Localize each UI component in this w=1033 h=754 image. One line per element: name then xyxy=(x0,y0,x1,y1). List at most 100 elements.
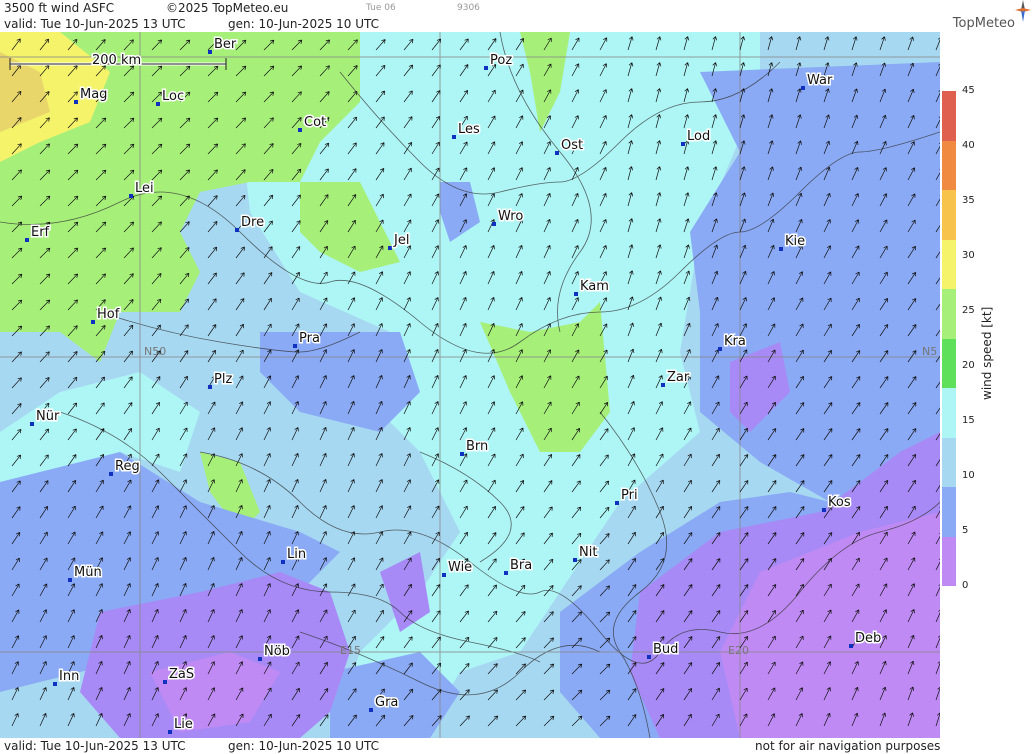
color-swatch xyxy=(942,388,956,438)
legend-tick: 15 xyxy=(962,415,975,426)
city-label: Lei xyxy=(135,181,154,196)
color-swatch xyxy=(942,487,956,537)
city-label: Bud xyxy=(653,642,678,657)
color-swatch xyxy=(942,437,956,487)
city-label: Mün xyxy=(74,565,102,580)
legend-panel: TopMeteo 45 40 35 30 25 20 15 10 5 0 wind speed [… xyxy=(940,0,1033,754)
city-marker xyxy=(25,238,29,242)
city-label: Wro xyxy=(498,209,523,224)
generated-time: gen: 10-Jun-2025 10 UTC xyxy=(228,17,380,31)
city-marker xyxy=(574,292,578,296)
city-label: Lod xyxy=(687,129,710,144)
city-label: Cot xyxy=(304,115,326,130)
city-label: Les xyxy=(458,122,480,137)
legend-tick: 0 xyxy=(962,580,969,591)
legend-tick: 20 xyxy=(962,360,975,371)
city-label: Pri xyxy=(621,488,638,503)
run-note: Tue 06 xyxy=(366,3,396,13)
city-label: Reg xyxy=(115,459,140,474)
footer-row: valid: Tue 10-Jun-2025 13 UTC gen: 10-Ju… xyxy=(0,738,940,754)
city-marker xyxy=(647,655,651,659)
city-label: Kie xyxy=(785,234,805,249)
header-row-1: 3500 ft wind ASFC ©2025 TopMeteo.eu Tue … xyxy=(0,0,940,16)
color-swatch xyxy=(942,338,956,388)
city-marker xyxy=(452,135,456,139)
legend-tick: 45 xyxy=(962,85,975,96)
color-swatch xyxy=(942,140,956,190)
city-marker xyxy=(484,66,488,70)
city-marker xyxy=(258,657,262,661)
city-label: Kam xyxy=(580,279,609,294)
city-marker xyxy=(91,320,95,324)
city-marker xyxy=(298,128,302,132)
wind-speed-field xyxy=(0,32,940,738)
product-title: 3500 ft wind ASFC xyxy=(4,1,115,15)
city-label: Jel xyxy=(393,233,409,248)
scale-label: 200 km xyxy=(92,53,141,68)
color-swatch xyxy=(942,239,956,289)
legend-tick: 5 xyxy=(962,525,969,536)
grid-label-n5: N5 xyxy=(922,345,937,358)
color-scale xyxy=(942,91,956,586)
city-marker xyxy=(492,222,496,226)
valid-time: valid: Tue 10-Jun-2025 13 UTC xyxy=(4,17,186,31)
city-label: Nit xyxy=(579,545,597,560)
city-label: Ost xyxy=(561,138,583,153)
city-marker xyxy=(849,644,853,648)
city-marker xyxy=(442,573,446,577)
legend-tick: 30 xyxy=(962,250,975,261)
city-marker xyxy=(504,571,508,575)
city-label: Kos xyxy=(828,495,851,510)
city-label: Wie xyxy=(448,560,472,575)
topmeteo-logo: TopMeteo xyxy=(921,0,1031,32)
city-marker xyxy=(109,472,113,476)
city-marker xyxy=(168,730,172,734)
city-label: War xyxy=(807,73,833,88)
city-label: Zar xyxy=(667,370,690,385)
grid-label-e15: E15 xyxy=(340,644,361,657)
legend-tick: 35 xyxy=(962,195,975,206)
color-swatch xyxy=(942,536,956,586)
city-marker xyxy=(555,151,559,155)
city-label: Poz xyxy=(490,53,512,68)
city-label: Hof xyxy=(97,307,120,322)
city-marker xyxy=(208,385,212,389)
disclaimer: not for air navigation purposes xyxy=(755,739,941,753)
city-marker xyxy=(129,194,133,198)
city-label: Ber xyxy=(214,37,237,52)
city-marker xyxy=(388,246,392,250)
city-label: Pra xyxy=(299,331,320,346)
brand-name: TopMeteo xyxy=(952,16,1015,31)
city-marker xyxy=(163,680,167,684)
city-label: Loc xyxy=(162,89,184,104)
city-marker xyxy=(801,86,805,90)
city-marker xyxy=(615,501,619,505)
city-marker xyxy=(661,383,665,387)
city-marker xyxy=(53,682,57,686)
city-marker xyxy=(573,558,577,562)
copyright: ©2025 TopMeteo.eu xyxy=(166,1,289,15)
city-marker xyxy=(822,508,826,512)
legend-title: wind speed [kt] xyxy=(980,306,994,400)
color-swatch xyxy=(942,289,956,339)
color-swatch xyxy=(942,91,956,141)
city-label: Kra xyxy=(724,334,746,349)
wind-map: N50 N5 E15 E20 200 km Ber Poz War Mag Loc Cot… xyxy=(0,32,940,738)
city-marker xyxy=(369,708,373,712)
compass-icon xyxy=(1015,0,1031,22)
city-label: Nür xyxy=(36,409,60,424)
grid-label-e20: E20 xyxy=(728,644,749,657)
city-label: Nöb xyxy=(264,644,290,659)
legend-tick: 10 xyxy=(962,470,975,481)
city-label: Lin xyxy=(287,547,306,562)
city-marker xyxy=(235,228,239,232)
city-marker xyxy=(718,347,722,351)
legend-tick: 40 xyxy=(962,140,975,151)
city-label: Dre xyxy=(241,215,264,230)
city-label: Erf xyxy=(31,225,50,240)
city-marker xyxy=(281,560,285,564)
city-marker xyxy=(293,344,297,348)
run-code: 9306 xyxy=(457,3,480,13)
city-label: Brn xyxy=(466,439,488,454)
city-label: Bra xyxy=(510,558,532,573)
